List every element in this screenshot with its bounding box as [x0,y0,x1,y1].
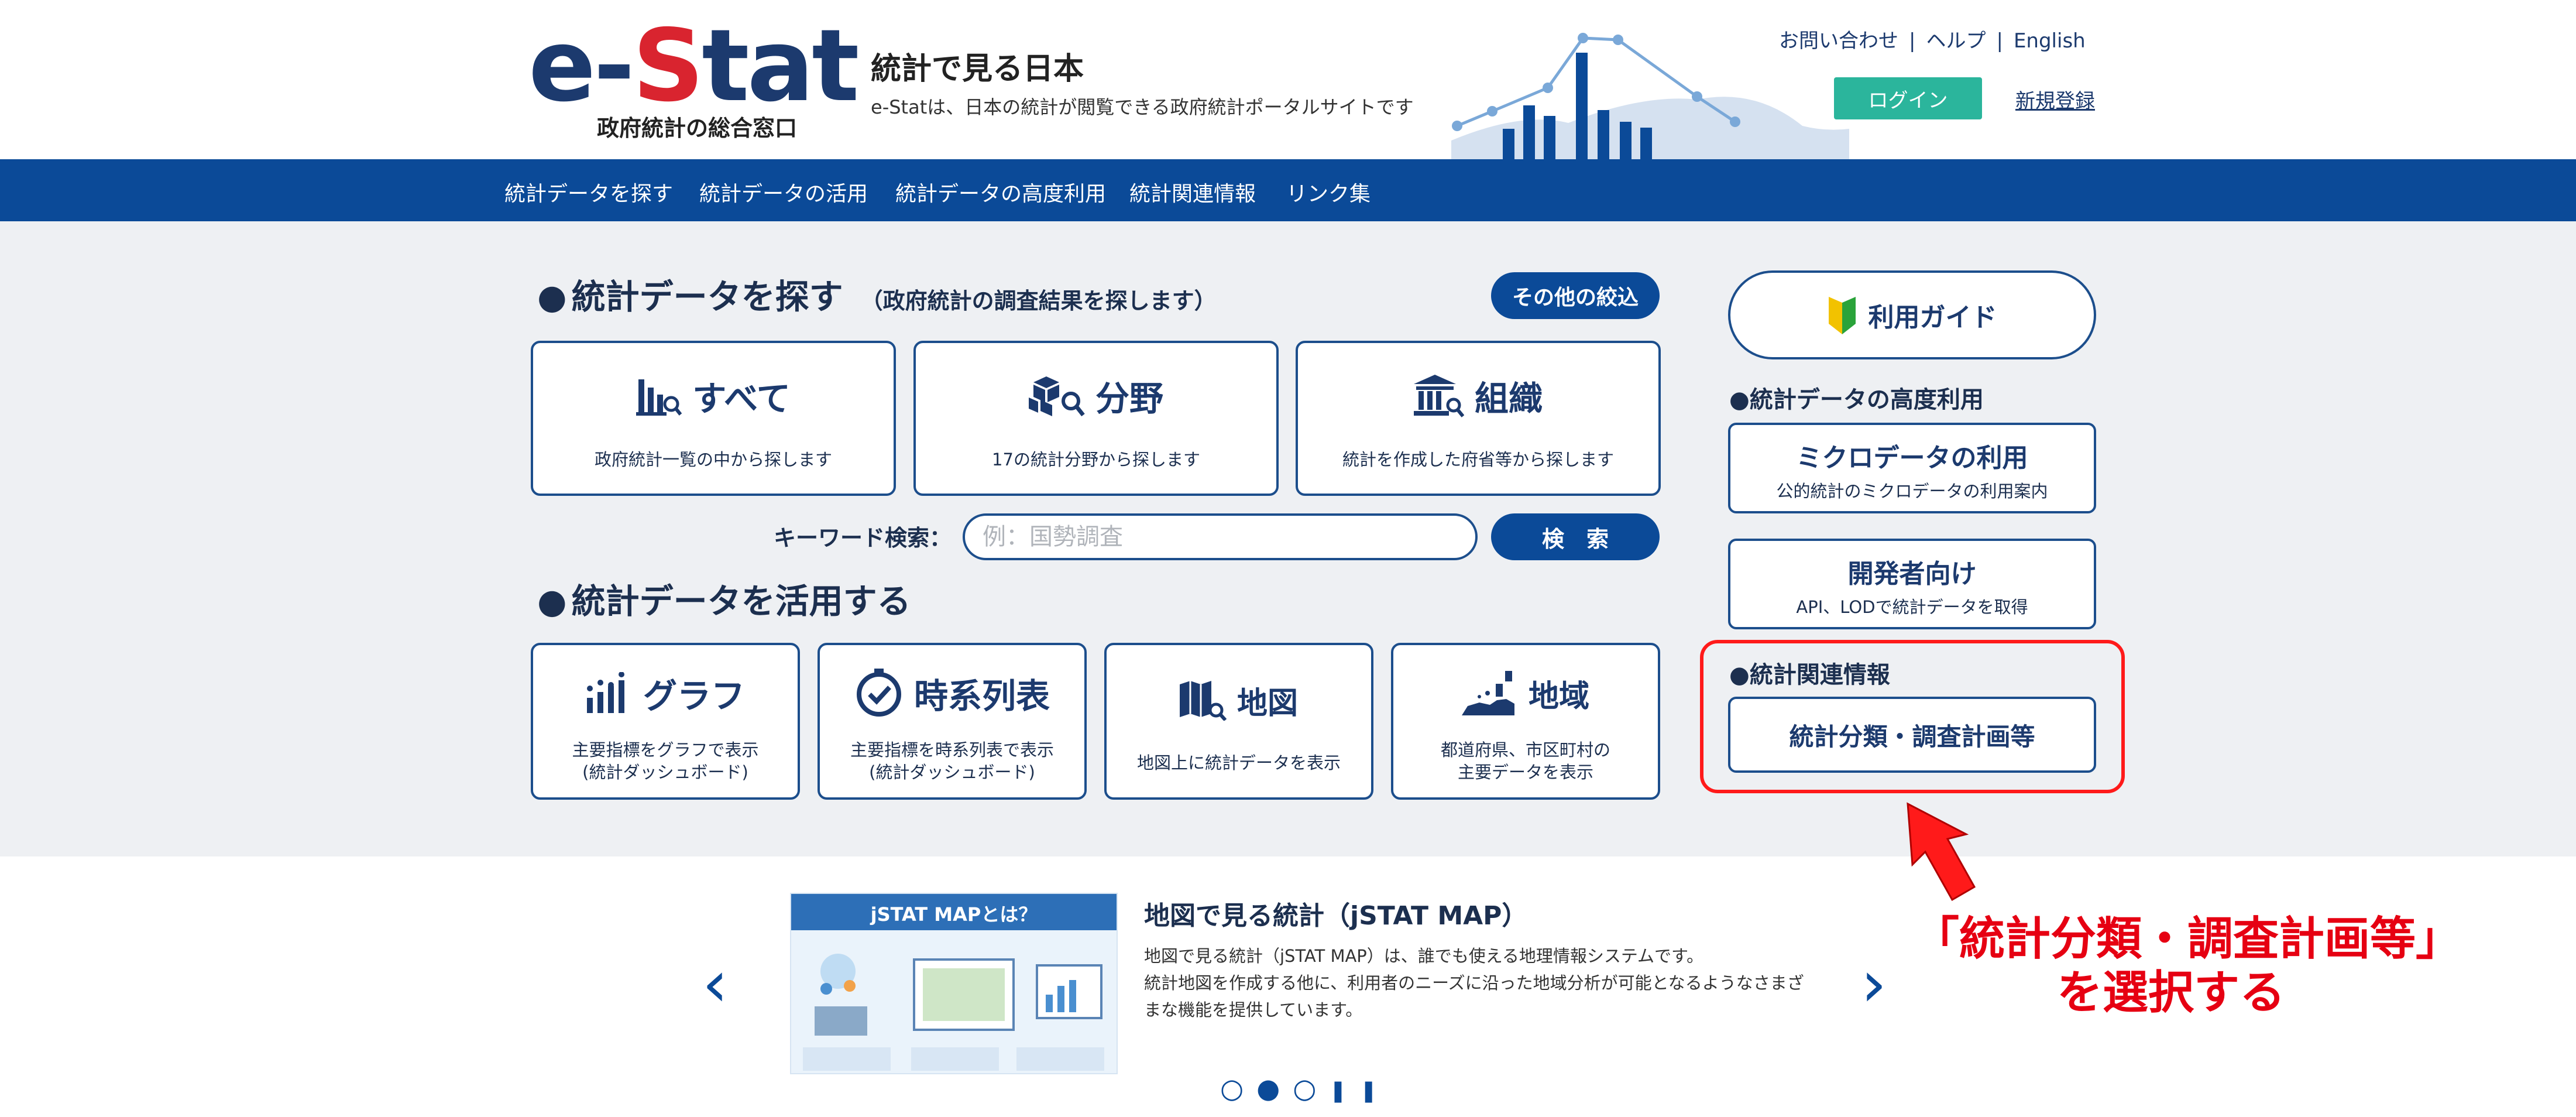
microdata-description: 公的統計のミクロデータの利用案内 [1776,481,2048,501]
graph-icon [586,672,624,713]
jstat-map-slide-image[interactable]: jSTAT MAPとは？ [790,893,1118,1074]
use-section-heading: 統計データを活用する [571,581,911,621]
card-label: 分野 [1095,379,1163,419]
instruction-callout: 「統計分類・調査計画等」 を選択する [1914,912,2462,1020]
card-description-line1: 主要指標をグラフで表示 [572,740,759,760]
search-button[interactable]: 検 索 [1491,513,1660,560]
card-label: 時系列表 [913,676,1050,716]
slider-next-button[interactable]: › [1861,951,1887,1016]
slider-dot-active[interactable]: ● [1256,1073,1293,1104]
tagline-title: 統計で見る日本 [871,52,1084,87]
search-section-note: （政府統計の調査結果を探します） [860,288,1217,314]
bullet: ● [537,277,567,317]
search-card-all[interactable]: すべて 政府統計一覧の中から探します [531,341,896,496]
usage-guide-label: 利用ガイド [1868,303,1997,333]
card-label: 地図 [1237,686,1298,721]
jstat-map-illustration [803,954,1104,1071]
card-label: すべて [692,379,791,419]
slide-body-line: 地図で見る統計（jSTAT MAP）は、誰でも使える地理情報システムです。 [1144,946,1704,966]
slide-body-line: まな機能を提供しています。 [1144,1000,1363,1020]
separator: | [1909,29,1916,53]
more-filters-button[interactable]: その他の絞込 [1491,272,1660,319]
slider-pause-button[interactable]: ❚❚ [1329,1079,1390,1103]
slide-body: 地図で見る統計（jSTAT MAP）は、誰でも使える地理情報システムです。 統計… [1144,943,1804,1023]
nav-item-use-data[interactable]: 統計データの活用 [699,177,868,207]
card-description-line2: (統計ダッシュボード) [869,762,1035,782]
microdata-button[interactable]: ミクロデータの利用 公的統計のミクロデータの利用案内 [1728,423,2096,513]
microdata-title: ミクロデータの利用 [1796,443,2028,473]
help-link[interactable]: ヘルプ [1926,29,1986,53]
tagline-description: e-Statは、日本の統計が閲覧できる政府統計ポータルサイトです [871,96,1414,118]
slide-image-title: jSTAT MAPとは？ [870,903,1038,926]
use-card-region[interactable]: 地域 都道府県、市区町村の 主要データを表示 [1391,643,1660,800]
separator: | [1996,29,2003,53]
bullet: ● [537,581,567,621]
building-search-icon [1413,375,1464,417]
developer-button[interactable]: 開発者向け API、LODで統計データを取得 [1728,539,2096,629]
slider-dot[interactable]: ○ [1293,1073,1329,1104]
cubes-search-icon [1028,376,1085,417]
keyword-search-label: キーワード検索： [774,525,952,551]
search-section-heading: 統計データを探す [571,277,843,317]
instruction-line1: 「統計分類・調査計画等」 [1914,913,2462,965]
global-nav: 統計データを探す 統計データの活用 統計データの高度利用 統計関連情報 リンク集 [0,159,2576,221]
use-card-timeseries[interactable]: 時系列表 主要指標を時系列表で表示 (統計ダッシュボード) [818,643,1087,800]
site-header: e-Stat 政府統計の総合窓口 統計で見る日本 e-Statは、日本の統計が閲… [0,0,2576,159]
contact-link[interactable]: お問い合わせ [1779,29,1898,53]
region-chart-icon [1461,671,1514,715]
beginner-mark-icon [1828,297,1856,334]
use-card-map[interactable]: 地図 地図上に統計データを表示 [1104,643,1373,800]
nav-item-related-info[interactable]: 統計関連情報 [1129,177,1256,207]
estat-logo[interactable]: e-Stat [528,8,860,124]
advanced-use-heading: ●統計データの高度利用 [1729,386,1984,413]
card-description: 政府統計一覧の中から探します [594,450,832,470]
utility-links: お問い合わせ | ヘルプ | English [1779,25,2086,53]
instruction-line2: を選択する [2056,967,2285,1019]
nav-item-advanced-use[interactable]: 統計データの高度利用 [895,177,1106,207]
card-description-line1: 主要指標を時系列表で表示 [850,740,1054,760]
card-description-line1: 地図上に統計データを表示 [1136,753,1341,773]
use-section-title: ● 統計データを活用する [537,574,911,623]
slider-pagination: ○●○❚❚ [1220,1073,1390,1104]
card-description-line2: (統計ダッシュボード) [582,762,748,782]
card-description-line1: 都道府県、市区町村の [1440,740,1610,760]
slide-title[interactable]: 地図で見る統計（jSTAT MAP） [1144,895,1527,932]
card-label: 地域 [1528,679,1589,714]
card-description: 統計を作成した府省等から探します [1342,450,1614,470]
logo-tat: tat [702,8,859,124]
usage-guide-button[interactable]: 利用ガイド [1728,270,2096,359]
nav-item-links[interactable]: リンク集 [1286,177,1371,207]
developer-title: 開発者向け [1847,559,1977,589]
search-section-title: ● 統計データを探す （政府統計の調査結果を探します） [537,269,1217,318]
card-label: 組織 [1474,379,1543,419]
highlight-box [1700,640,2125,793]
use-card-graph[interactable]: グラフ 主要指標をグラフで表示 (統計ダッシュボード) [531,643,800,800]
logo-subtitle: 政府統計の総合窓口 [597,115,798,141]
clock-check-icon [856,669,901,717]
card-description-line2: 主要データを表示 [1457,762,1593,782]
logo-s: S [632,8,704,124]
developer-description: API、LODで統計データを取得 [1796,597,2028,617]
map-search-icon [1179,681,1227,721]
slide-body-line: 統計地図を作成する他に、利用者のニーズに沿った地域分析が可能となるようなさまざ [1144,973,1804,993]
keyword-search-input[interactable] [963,513,1478,560]
card-description: 17の統計分野から探します [992,450,1200,470]
login-button[interactable]: ログイン [1834,77,1982,119]
search-card-field[interactable]: 分野 17の統計分野から探します [913,341,1279,496]
search-card-organization[interactable]: 組織 統計を作成した府省等から探します [1296,341,1661,496]
slider-dot[interactable]: ○ [1220,1073,1256,1104]
red-arrow-icon [1907,802,1976,902]
card-label: グラフ [643,676,745,716]
english-link[interactable]: English [2014,29,2086,53]
logo-e: e- [528,8,635,124]
slider-prev-button[interactable]: ‹ [702,951,728,1016]
nav-item-search-data[interactable]: 統計データを探す [504,177,673,207]
signup-link[interactable]: 新規登録 [2015,85,2095,114]
bar-chart-search-icon [636,379,682,416]
